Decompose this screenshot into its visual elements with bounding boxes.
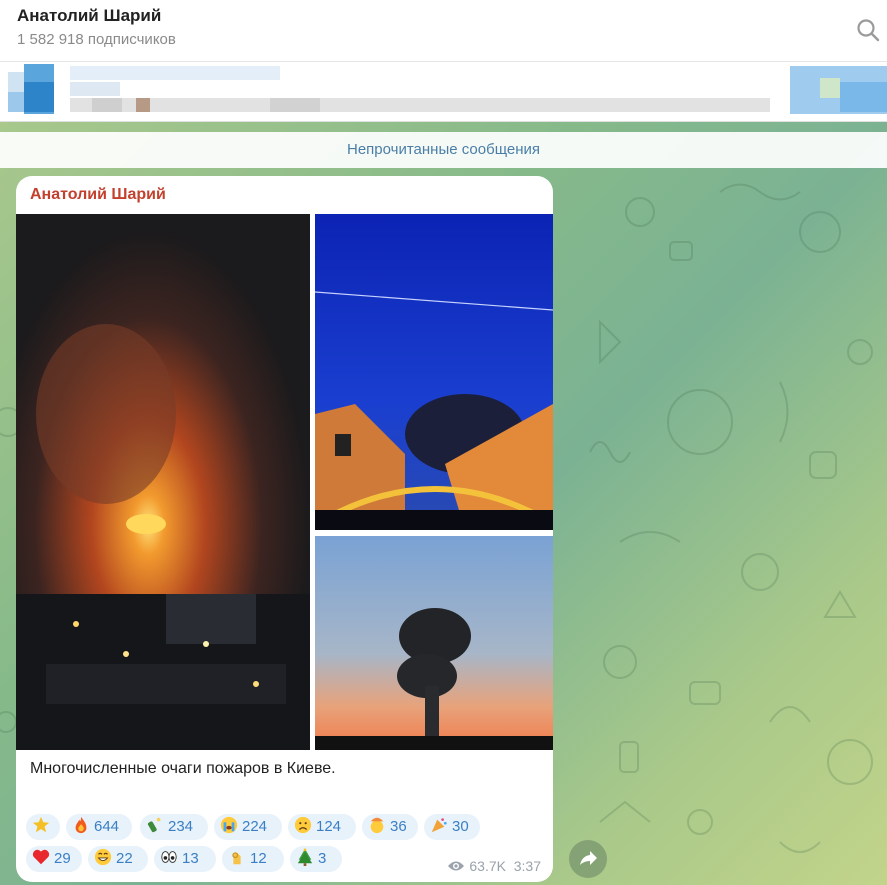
crying-face-icon	[220, 816, 238, 834]
reaction-heart[interactable]: 29	[26, 846, 82, 872]
message-time: 3:37	[513, 858, 541, 874]
reaction-count: 29	[54, 850, 71, 867]
reaction-eyes[interactable]: 13	[154, 846, 216, 872]
reaction-grin[interactable]: 22	[88, 846, 148, 872]
reaction-ok-hand[interactable]: 12	[222, 846, 284, 872]
forward-arrow-icon	[580, 851, 597, 865]
message-caption: Многочисленные очаги пожаров в Киеве.	[30, 760, 336, 777]
reaction-fire[interactable]: 644	[66, 814, 132, 840]
reaction-loudly-crying[interactable]: 224	[214, 814, 282, 840]
reaction-count: 36	[390, 818, 407, 835]
reaction-champagne[interactable]: 234	[140, 814, 208, 840]
reaction-star[interactable]	[26, 814, 60, 840]
channel-title[interactable]: Анатолий Шарий	[17, 6, 161, 26]
photo-houses-blue-sky[interactable]	[315, 214, 553, 530]
photo-smoke-sunset[interactable]	[315, 536, 553, 750]
reaction-count: 124	[316, 818, 342, 835]
exploding-head-icon	[370, 817, 384, 834]
christmas-tree-icon	[297, 848, 313, 866]
forward-button[interactable]	[569, 840, 607, 878]
view-count: 63.7K	[469, 858, 506, 874]
sad-face-icon	[294, 816, 312, 834]
reaction-christmas-tree[interactable]: 3	[290, 846, 342, 872]
unread-messages-divider: Непрочитанные сообщения	[0, 132, 887, 168]
views-eye-icon	[448, 861, 465, 871]
reaction-count: 234	[168, 818, 194, 835]
champagne-icon	[147, 817, 161, 833]
ok-hand-icon	[232, 852, 241, 865]
message-sender[interactable]: Анатолий Шарий	[30, 186, 166, 204]
reaction-count: 3	[318, 850, 327, 867]
reaction-count: 644	[94, 818, 120, 835]
pinned-banner-blurred[interactable]	[0, 62, 887, 122]
message-bubble[interactable]: Анатолий Шарий Многочисленные очаги пожа…	[16, 176, 553, 882]
reaction-party[interactable]: 30	[424, 814, 480, 840]
eyes-icon	[161, 851, 177, 863]
reaction-count: 12	[250, 850, 267, 867]
subscriber-count: 1 582 918 подписчиков	[17, 31, 176, 48]
search-icon[interactable]	[855, 17, 881, 43]
red-heart-icon	[32, 849, 50, 865]
reaction-count: 13	[182, 850, 199, 867]
party-popper-icon	[431, 818, 447, 833]
chat-background: Непрочитанные сообщения Анатолий Шарий М…	[0, 122, 887, 885]
reaction-count: 224	[242, 818, 268, 835]
star-icon	[32, 816, 50, 833]
channel-header[interactable]: Анатолий Шарий 1 582 918 подписчиков	[0, 0, 887, 62]
grinning-face-icon	[94, 848, 112, 866]
reaction-sad[interactable]: 124	[288, 814, 356, 840]
photo-city-fire-night[interactable]	[16, 214, 310, 750]
reaction-exploding-head[interactable]: 36	[362, 814, 418, 840]
message-meta: 63.7K 3:37	[447, 858, 541, 874]
reaction-count: 22	[116, 850, 133, 867]
reaction-count: 30	[452, 818, 469, 835]
fire-icon	[75, 816, 87, 834]
